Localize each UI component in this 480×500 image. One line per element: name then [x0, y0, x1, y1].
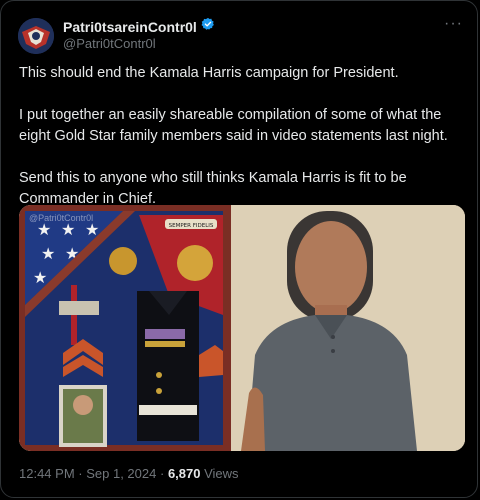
post-date[interactable]: Sep 1, 2024 [86, 466, 156, 481]
views-label: Views [204, 466, 239, 481]
media-watermark: @Patri0tContr0l [29, 213, 93, 223]
avatar[interactable] [18, 18, 54, 54]
tweet-paragraph-2: I put together an easily shareable compi… [19, 107, 448, 144]
tweet-paragraph-3: Send this to anyone who still thinks Kam… [19, 170, 407, 207]
svg-text:★: ★ [41, 244, 55, 263]
more-options-icon[interactable]: ··· [444, 15, 463, 33]
tweet-card: Patri0tsareinContr0l @Patri0tContr0l ···… [0, 0, 478, 498]
tweet-paragraph-1: This should end the Kamala Harris campai… [19, 65, 399, 81]
author-handle[interactable]: @Patri0tContr0l [63, 36, 156, 51]
video-frame-image: ★ ★ ★ ★ ★ ★ SEMPER FIDELIS @Patri0tContr… [19, 205, 465, 451]
plaque-text: SEMPER FIDELIS [169, 223, 214, 229]
tweet-meta: 12:44 PM · Sep 1, 2024 · 6,870 Views [19, 466, 239, 481]
post-time[interactable]: 12:44 PM [19, 466, 75, 481]
video-media[interactable]: ★ ★ ★ ★ ★ ★ SEMPER FIDELIS @Patri0tContr… [19, 205, 465, 451]
author-name-row[interactable]: Patri0tsareinContr0l [63, 17, 215, 36]
svg-text:★: ★ [33, 268, 47, 287]
meta-separator-2: · [159, 466, 168, 481]
display-name[interactable]: Patri0tsareinContr0l [63, 19, 197, 35]
verified-badge-icon [201, 17, 215, 36]
views-count: 6,870 [167, 466, 201, 481]
